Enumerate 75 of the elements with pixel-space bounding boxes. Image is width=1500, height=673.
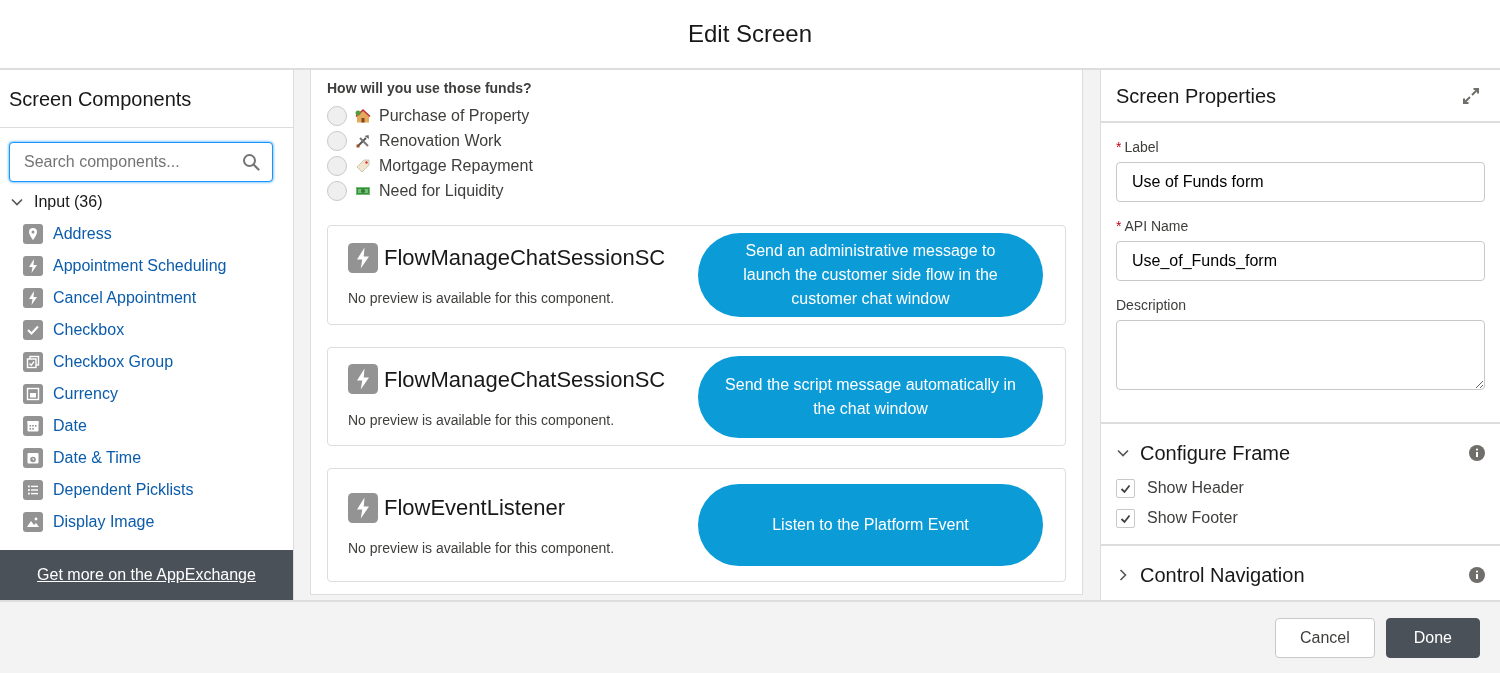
component-name: FlowManageChatSessionSC [384,365,666,394]
list-icon [23,480,43,500]
calendar-clock-icon [23,448,43,468]
house-icon [355,107,371,124]
calendar-icon [23,416,43,436]
location-pin-icon [23,224,43,244]
info-icon[interactable] [1469,445,1485,461]
callout-bubble: Send an administrative message to launch the customer side flow in the customer chat window [698,233,1043,317]
required-mark: * [1116,218,1122,234]
done-button[interactable]: Done [1385,617,1480,658]
question-label: How will you use those funds? [327,79,533,98]
group-label[interactable]: Input (36) [34,190,103,214]
expand-icon[interactable] [1462,86,1480,105]
preview-note: No preview is available for this component. [348,410,616,430]
checkmark-icon [1120,482,1131,494]
checkbox-group-icon [23,352,43,372]
cancel-button[interactable]: Cancel [1274,617,1375,658]
section-title[interactable]: Control Navigation [1140,560,1305,590]
component-item[interactable]: Display Image [0,506,293,538]
tag-icon [355,157,371,174]
lightning-bolt-icon [348,364,378,394]
description-field[interactable] [1116,320,1485,390]
callout-bubble: Send the script message automatically in the chat window [698,355,1043,438]
checkbox[interactable] [1116,478,1135,498]
field-label: * Label [1116,138,1160,157]
currency-icon [23,384,43,404]
appexchange-link[interactable]: Get more on the AppExchange [0,550,293,600]
checkmark-icon [1120,512,1131,524]
tools-icon [355,132,371,149]
component-item[interactable]: Checkbox Group [0,346,293,378]
checkbox-label: Show Header [1147,478,1244,498]
section-title[interactable]: Configure Frame [1140,438,1291,468]
component-item[interactable]: Dependent Picklists [0,474,293,506]
component-item[interactable]: Checkbox [0,314,293,346]
checkbox-label: Show Footer [1147,508,1238,528]
component-card[interactable]: FlowManageChatSessionSC No preview is available for this component. Send an administrative message to launch the customer side flow in the customer chat window [327,225,1066,325]
component-item[interactable]: Date [0,410,293,442]
option-label: Renovation Work [379,130,502,151]
component-item[interactable]: Date & Time [0,442,293,474]
option-label: Purchase of Property [379,105,530,126]
required-mark: * [1116,139,1122,155]
radio-button[interactable] [327,105,347,126]
component-card[interactable]: FlowManageChatSessionSC No preview is available for this component. Send the script message automatically in the chat window [327,347,1066,446]
checkbox[interactable] [1116,508,1135,528]
preview-note: No preview is available for this component. [348,289,616,308]
checkbox-icon [23,320,43,340]
component-item[interactable]: Address [0,218,293,250]
component-item[interactable]: Currency [0,378,293,410]
component-name: FlowManageChatSessionSC [384,244,666,272]
component-name: FlowEventListener [384,494,565,522]
panel-title: Screen Properties [1116,83,1277,108]
radio-button[interactable] [327,180,347,201]
component-item[interactable]: Appointment Scheduling [0,250,293,282]
field-label: * API Name [1116,217,1190,236]
panel-title: Screen Components [9,86,192,111]
component-item[interactable]: Cancel Appointment [0,282,293,314]
radio-button[interactable] [327,155,347,176]
lightning-bolt-icon [348,242,378,273]
preview-note: No preview is available for this component. [348,539,616,558]
radio-button[interactable] [327,130,347,151]
window-title: Edit Screen [687,19,813,49]
image-icon [23,512,43,532]
text-field[interactable]: Use_of_Funds_form [1116,241,1485,281]
lightning-bolt-icon [23,256,43,276]
lightning-bolt-icon [348,492,378,523]
component-card[interactable]: FlowEventListener No preview is available for this component. Listen to the Platform Event [327,468,1066,582]
info-icon[interactable] [1469,567,1485,583]
search-icon [242,153,260,171]
field-label: Description [1116,296,1188,315]
text-field[interactable]: Use of Funds form [1116,162,1485,202]
callout-bubble: Listen to the Platform Event [698,484,1043,566]
lightning-bolt-icon [23,288,43,308]
option-label: Mortgage Repayment [379,155,533,176]
option-label: Need for Liquidity [379,180,504,201]
search-field[interactable]: Search components... [9,142,273,182]
